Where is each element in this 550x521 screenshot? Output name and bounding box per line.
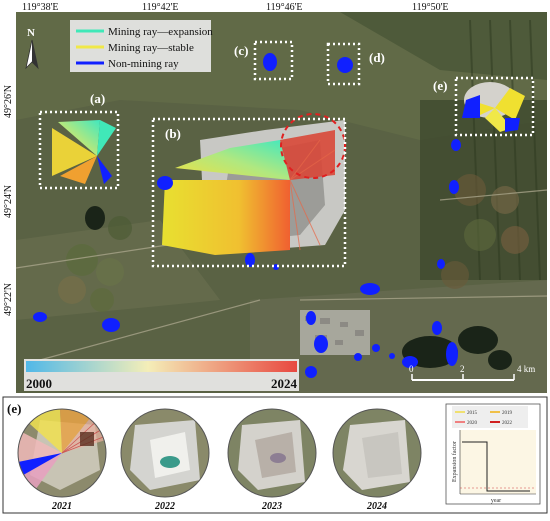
north-label: N bbox=[27, 27, 35, 39]
chart-legend-item: 2020 bbox=[467, 421, 478, 426]
legend-item-non-mining: Non-mining ray bbox=[108, 58, 179, 70]
chart-legend-item: 2019 bbox=[502, 411, 513, 416]
colorbar-start-label: 2000 bbox=[26, 376, 52, 391]
chart-legend-item: 2022 bbox=[502, 421, 513, 426]
lon-label: 119°46'E bbox=[266, 2, 303, 13]
year-label: 2022 bbox=[154, 501, 175, 512]
year-colorbar: 2000 2024 bbox=[24, 359, 299, 391]
scale-tick: 2 bbox=[460, 364, 465, 374]
lat-label: 49°22'N bbox=[3, 283, 14, 316]
panel-label-d: (d) bbox=[369, 50, 385, 65]
colorbar-end-label: 2024 bbox=[271, 376, 298, 391]
year-label: 2024 bbox=[366, 501, 387, 512]
panel-label-e: (e) bbox=[433, 78, 447, 93]
expansion-chart: 2015 2019 2020 2022 Expansion factor yea… bbox=[445, 403, 541, 505]
lon-label: 119°42'E bbox=[142, 2, 179, 13]
legend-item-expansion: Mining ray—expansion bbox=[108, 26, 213, 38]
legend-item-stable: Mining ray—stable bbox=[108, 42, 194, 54]
chart-legend-item: 2015 bbox=[467, 411, 478, 416]
panel-label-c: (c) bbox=[234, 43, 248, 58]
lon-label: 119°50'E bbox=[412, 2, 449, 13]
map-legend: Mining ray—expansion Mining ray—stable N… bbox=[70, 20, 213, 72]
year-label: 2023 bbox=[261, 501, 282, 512]
bottom-panel-label: (e) bbox=[7, 401, 21, 416]
scale-tick: 4 km bbox=[517, 364, 535, 374]
year-label: 2021 bbox=[51, 501, 72, 512]
panel-label-a: (a) bbox=[90, 91, 105, 106]
lat-label: 49°26'N bbox=[3, 85, 14, 118]
lat-label: 49°24'N bbox=[3, 185, 14, 218]
chart-xlabel: year bbox=[491, 498, 501, 504]
chart-ylabel: Expansion factor bbox=[451, 441, 458, 482]
panel-label-b: (b) bbox=[165, 126, 181, 141]
lon-label: 119°38'E bbox=[22, 2, 59, 13]
scale-tick: 0 bbox=[409, 364, 414, 374]
